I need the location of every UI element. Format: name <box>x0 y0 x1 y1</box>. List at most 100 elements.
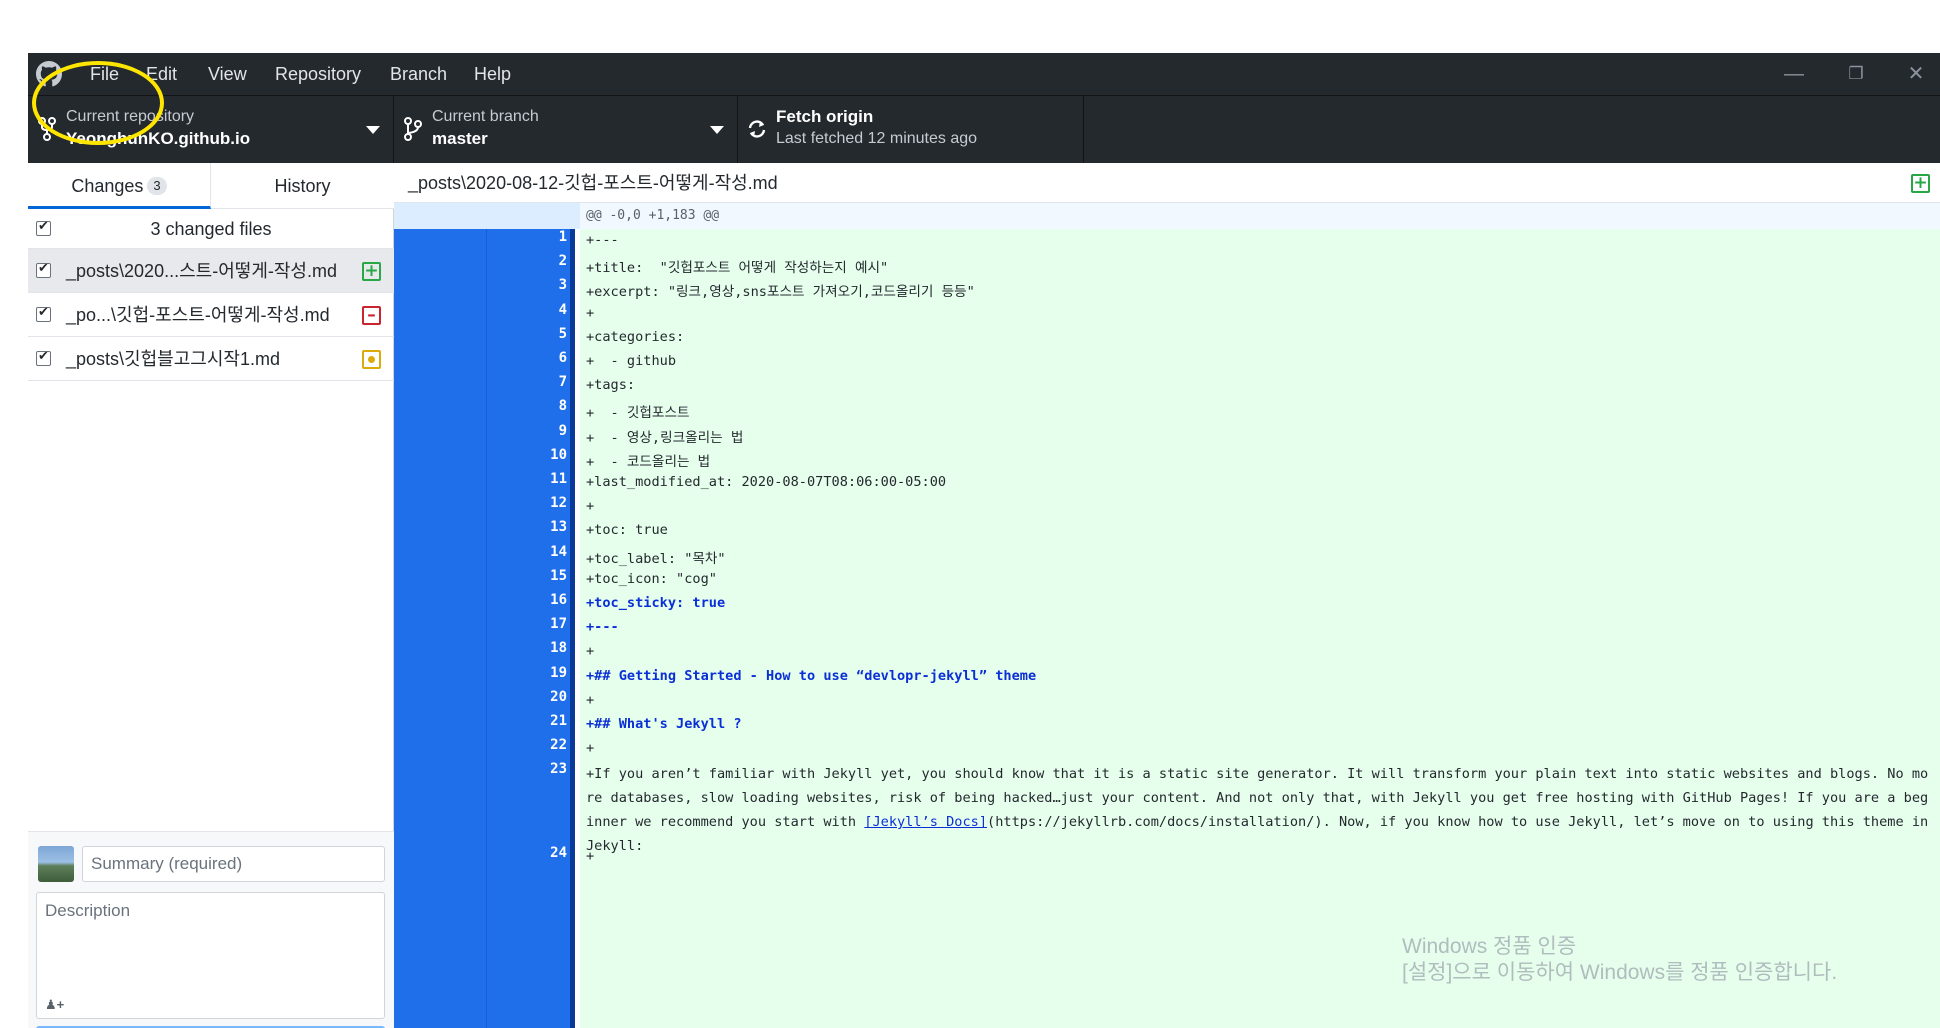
file-checkbox[interactable] <box>36 305 51 322</box>
diff-line: +--- <box>586 619 619 636</box>
line-number[interactable]: 7 <box>487 374 567 390</box>
removed-icon: – <box>362 306 381 325</box>
diff-line: + <box>586 304 595 321</box>
diff-line: + - github <box>586 353 677 369</box>
watermark-title: Windows 정품 인증 <box>1402 935 1577 958</box>
line-number[interactable]: 1 <box>487 229 567 245</box>
changed-files-count: 3 changed files <box>150 219 272 239</box>
changed-file-item[interactable]: _po...\깃헙-포스트-어떻게-작성.md – <box>28 293 394 337</box>
repository-name: YeonghunKO.github.io <box>66 129 251 148</box>
changes-header: 3 changed files <box>28 209 394 249</box>
minimize-icon[interactable]: — <box>1774 59 1814 89</box>
line-number[interactable]: 5 <box>487 326 567 342</box>
sidebar-tabs: Changes 3 History <box>28 163 394 209</box>
line-number[interactable]: 13 <box>487 519 567 535</box>
diff-line: +If you aren’t familiar with Jekyll yet,… <box>586 762 1931 858</box>
diff-line: + - 깃헙포스트 <box>586 405 690 422</box>
line-number[interactable]: 20 <box>487 689 567 705</box>
menu-branch[interactable]: Branch <box>390 61 447 87</box>
add-coauthor-icon[interactable]: ♟+ <box>45 997 64 1013</box>
diff-line: +## Getting Started - How to use “devlop… <box>586 667 1037 684</box>
line-number[interactable]: 3 <box>487 277 567 293</box>
changed-file-item[interactable]: _posts\깃헙블고그시작1.md <box>28 337 394 381</box>
file-name: _po...\깃헙-포스트-어떻게-작성.md <box>66 305 330 325</box>
diff-line: + <box>586 740 595 757</box>
line-number[interactable]: 22 <box>487 737 567 753</box>
modified-icon <box>362 350 381 369</box>
line-number[interactable]: 21 <box>487 713 567 729</box>
line-number[interactable]: 2 <box>487 253 567 269</box>
menu-file[interactable]: File <box>90 61 119 87</box>
diff-line: + <box>586 691 595 708</box>
current-repository-button[interactable]: Current repository YeonghunKO.github.io <box>28 96 394 164</box>
chevron-down-icon <box>366 126 380 134</box>
diff-line: +last_modified_at: 2020-08-07T08:06:00-0… <box>586 474 947 490</box>
hunk-header-text: @@ -0,0 +1,183 @@ <box>580 203 1940 229</box>
line-number[interactable]: 16 <box>487 592 567 608</box>
current-branch-button[interactable]: Current branch master <box>394 96 738 164</box>
summary-input[interactable] <box>82 846 385 882</box>
sync-icon <box>748 120 766 138</box>
old-line-gutter[interactable] <box>394 203 487 1028</box>
fetch-origin-button[interactable]: Fetch origin Last fetched 12 minutes ago <box>738 96 1084 164</box>
select-all-checkbox[interactable] <box>36 219 51 236</box>
tab-history-label: History <box>274 176 331 196</box>
line-number[interactable]: 6 <box>487 350 567 366</box>
diff-line: +toc_label: "목차" <box>586 550 726 567</box>
line-number[interactable]: 12 <box>487 495 567 511</box>
line-number[interactable]: 8 <box>487 398 567 414</box>
diff-line: +excerpt: "링크,영상,sns포스트 가져오기,코드올리기 등등" <box>586 284 975 301</box>
diff-line: + - 영상,링크올리는 법 <box>586 429 744 446</box>
added-icon: + <box>1911 174 1930 193</box>
diff-line: +toc_icon: "cog" <box>586 570 717 587</box>
line-number[interactable]: 23 <box>487 761 567 777</box>
fetch-status: Last fetched 12 minutes ago <box>776 130 978 147</box>
diff-line: +--- <box>586 232 619 248</box>
changes-count-badge: 3 <box>147 177 167 195</box>
diff-link-text: [Jekyll’s Docs] <box>864 814 988 831</box>
diff-line: + - 코드올리는 법 <box>586 453 711 470</box>
changed-file-item[interactable]: _posts\2020...스트-어떻게-작성.md + <box>28 249 394 293</box>
tab-changes[interactable]: Changes 3 <box>28 163 211 209</box>
menu-edit[interactable]: Edit <box>146 61 177 87</box>
line-number[interactable]: 17 <box>487 616 567 632</box>
repo-fork-icon <box>38 117 56 141</box>
file-checkbox[interactable] <box>36 349 51 366</box>
description-box: ♟+ <box>36 892 385 1019</box>
tab-history[interactable]: History <box>211 163 394 209</box>
fetch-label: Fetch origin <box>776 107 874 126</box>
diff-line: +toc: true <box>586 522 668 539</box>
line-number[interactable]: 10 <box>487 447 567 463</box>
diff-line: +## What's Jekyll ? <box>586 716 742 732</box>
menu-help[interactable]: Help <box>474 61 511 87</box>
diff-header: _posts\2020-08-12-깃헙-포스트-어떻게-작성.md + <box>394 163 1940 203</box>
line-number[interactable]: 18 <box>487 640 567 656</box>
branch-name: master <box>432 129 488 148</box>
line-number[interactable]: 19 <box>487 665 567 681</box>
line-number[interactable]: 24 <box>487 845 567 861</box>
line-number[interactable]: 9 <box>487 423 567 439</box>
line-number[interactable]: 15 <box>487 568 567 584</box>
menu-view[interactable]: View <box>208 61 247 87</box>
line-number[interactable]: 11 <box>487 471 567 487</box>
diff-line: + <box>586 643 595 660</box>
hunk-header: @@ -0,0 +1,183 @@ <box>394 203 1940 229</box>
hunk-gutter[interactable] <box>394 203 580 229</box>
close-icon[interactable]: ✕ <box>1896 59 1936 89</box>
added-icon: + <box>362 262 381 281</box>
github-desktop-window: File Edit View Repository Branch Help — … <box>28 53 1940 1028</box>
diff-line: + <box>586 498 595 515</box>
restore-icon[interactable]: ❐ <box>1836 59 1876 89</box>
diff-line: + <box>586 848 595 865</box>
diff-code-area: +--- +title: "깃헙포스트 어떻게 작성하는지 예시" +excerpt… <box>580 229 1940 1028</box>
line-number[interactable]: 4 <box>487 302 567 318</box>
github-logo-icon <box>36 61 62 87</box>
description-input[interactable] <box>37 893 384 989</box>
repository-label: Current repository <box>66 108 195 125</box>
diff-view: _posts\2020-08-12-깃헙-포스트-어떻게-작성.md + @@ … <box>394 163 1940 1028</box>
menu-repository[interactable]: Repository <box>275 61 361 87</box>
branch-label: Current branch <box>432 108 539 125</box>
line-number[interactable]: 14 <box>487 544 567 560</box>
avatar <box>38 846 74 882</box>
file-checkbox[interactable] <box>36 261 51 278</box>
